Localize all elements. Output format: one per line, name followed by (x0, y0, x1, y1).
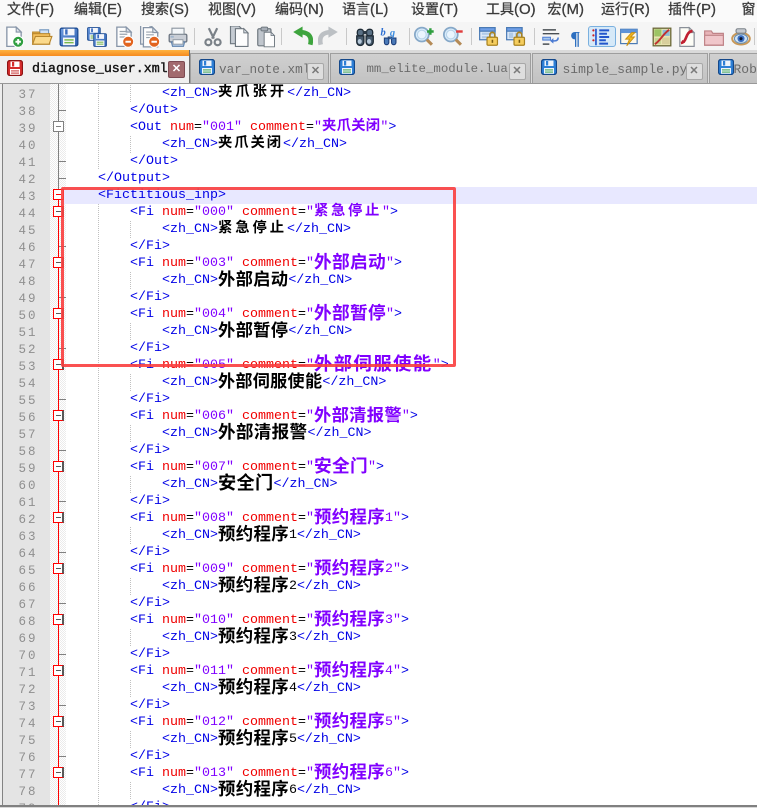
svg-text:g: g (389, 27, 395, 38)
svg-text:¶: ¶ (570, 28, 580, 47)
svg-text:b: b (381, 27, 386, 38)
